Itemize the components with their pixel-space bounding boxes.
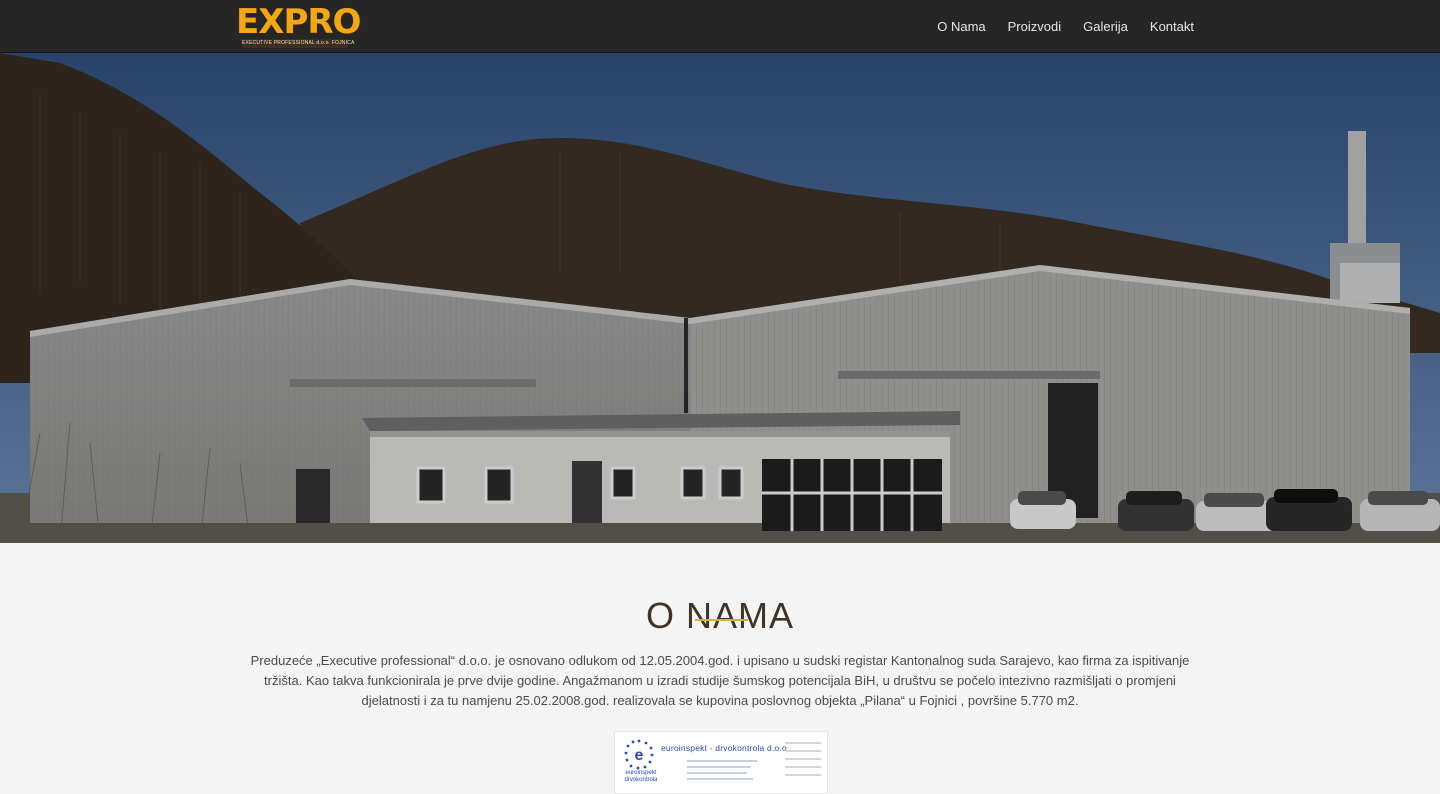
partner-address-line: [687, 760, 757, 762]
section-title: O NAMA: [645, 594, 794, 636]
euroinspekt-logo-icon: e: [624, 739, 654, 770]
partner-side-line: [785, 742, 821, 744]
partner-side-line: [785, 750, 821, 752]
partner-card[interactable]: e euroinspekt drvokontrola euroinspekt -…: [614, 731, 828, 794]
hero-image: [0, 53, 1440, 543]
partner-side-line: [785, 758, 821, 760]
about-paragraph: Preduzeće „Executive professional“ d.o.o…: [250, 653, 1190, 708]
partner-address-line: [687, 772, 747, 774]
partner-side-line: [785, 766, 821, 768]
partner-logo-label: euroinspekt drvokontrola: [624, 770, 658, 783]
partner-address-line: [687, 766, 751, 768]
navbar: EXPRO EXECUTIVE PROFESSIONAL d.o.o. FOJN…: [0, 0, 1440, 53]
main-nav: O Nama Proizvodi Galerija Kontakt: [937, 0, 1194, 52]
logo-subtitle: EXECUTIVE PROFESSIONAL d.o.o. FOJNICA: [242, 39, 355, 48]
brand-logo[interactable]: EXPRO EXECUTIVE PROFESSIONAL d.o.o. FOJN…: [236, 2, 361, 48]
partner-name: euroinspekt - drvokontrola d.o.o.: [661, 743, 790, 753]
nav-link-galerija[interactable]: Galerija: [1083, 19, 1128, 34]
nav-link-proizvodi[interactable]: Proizvodi: [1008, 19, 1061, 34]
title-divider: [695, 619, 748, 621]
svg-text:e: e: [635, 747, 644, 764]
partner-side-line: [785, 774, 821, 776]
partner-address-line: [687, 778, 753, 780]
nav-link-o-nama[interactable]: O Nama: [937, 19, 985, 34]
logo-text: EXPRO: [236, 2, 361, 42]
nav-link-kontakt[interactable]: Kontakt: [1150, 19, 1194, 34]
factory-hall-photo: [0, 53, 1440, 543]
